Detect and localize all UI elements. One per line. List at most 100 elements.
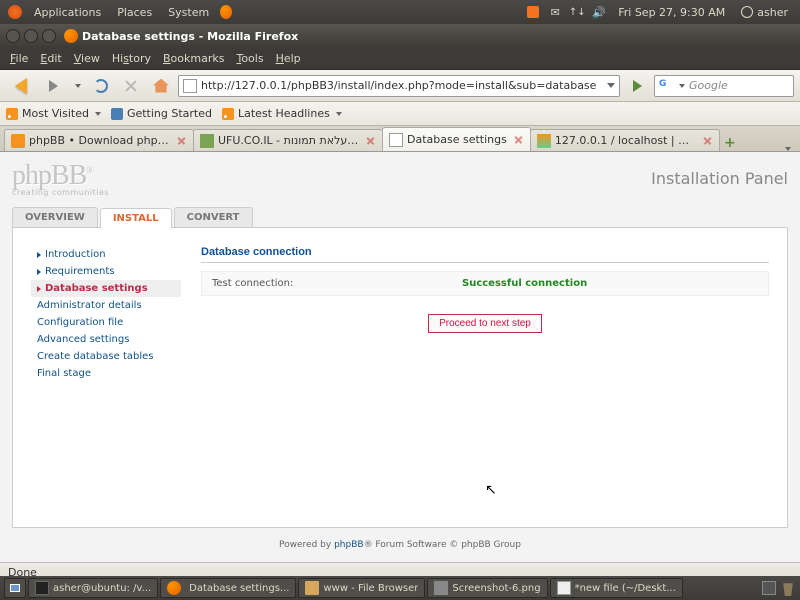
search-bar[interactable]: G Google [654,75,794,97]
menu-edit[interactable]: Edit [34,52,67,65]
tab-phpmyadmin[interactable]: 127.0.0.1 / localhost | php... [530,129,720,151]
go-button[interactable] [624,74,650,98]
phpbb-footer: Powered by phpBB® Forum Software © phpBB… [12,540,788,550]
menu-applications[interactable]: Applications [26,6,109,19]
tab-list-button[interactable] [778,147,796,151]
window-minimize-button[interactable] [24,29,38,43]
test-connection-result: Successful connection [462,278,587,289]
nav-create-tables[interactable]: Create database tables [31,348,181,365]
stop-button[interactable] [118,74,144,98]
rss-icon [6,108,18,120]
install-main: Database connection Test connection: Suc… [201,246,769,509]
install-tabs: OVERVIEW INSTALL CONVERT [12,207,788,228]
tab-phpbb-download[interactable]: phpBB • Download phpBB3 [4,129,194,151]
firefox-icon [64,29,78,43]
menu-tools[interactable]: Tools [230,52,269,65]
section-title: Database connection [201,246,769,263]
test-connection-row: Test connection: Successful connection [201,271,769,296]
menu-history[interactable]: History [106,52,157,65]
tab-convert[interactable]: CONVERT [174,207,253,227]
gnome-top-panel: Applications Places System ✉ ↑↓ 🔊 Fri Se… [0,0,800,24]
ubuntu-logo-icon[interactable] [7,4,23,20]
show-desktop-button[interactable] [4,578,26,598]
install-nav: Introduction Requirements Database setti… [31,246,181,509]
close-icon[interactable] [176,135,187,146]
proceed-button[interactable]: Proceed to next step [428,314,542,333]
nav-requirements[interactable]: Requirements [31,263,181,280]
new-tab-button[interactable]: + [719,135,741,151]
phpbb-logo: phpBB® creating communities [12,160,109,197]
folder-icon [305,581,319,595]
menu-system[interactable]: System [160,6,217,19]
close-icon[interactable] [513,134,524,145]
taskbar-filebrowser[interactable]: www - File Browser [298,578,425,598]
volume-icon[interactable]: 🔊 [591,4,607,20]
reload-button[interactable] [88,74,114,98]
terminal-icon [35,581,49,595]
window-close-button[interactable] [6,29,20,43]
phpbb-favicon-icon [11,134,25,148]
update-icon[interactable] [525,4,541,20]
url-text[interactable]: http://127.0.0.1/phpBB3/install/index.ph… [201,79,603,92]
rss-icon [222,108,234,120]
test-connection-label: Test connection: [212,278,462,289]
window-maximize-button[interactable] [42,29,56,43]
tab-install[interactable]: INSTALL [100,208,172,228]
phpmyadmin-favicon-icon [537,134,551,148]
mail-icon[interactable]: ✉ [547,4,563,20]
nav-config-file[interactable]: Configuration file [31,314,181,331]
menu-view[interactable]: View [68,52,106,65]
close-icon[interactable] [365,135,376,146]
site-favicon [183,79,197,93]
tab-bar: phpBB • Download phpBB3 UFU.CO.IL - העלא… [0,126,800,152]
workspace-switcher[interactable] [762,581,776,595]
plus-icon: + [724,135,736,151]
search-placeholder: Google [689,79,789,92]
menu-file[interactable]: File [4,52,34,65]
back-history-dropdown[interactable] [70,74,84,98]
taskbar-terminal[interactable]: asher@ubuntu: /v... [28,578,158,598]
window-title: Database settings - Mozilla Firefox [82,30,298,43]
nav-admin-details[interactable]: Administrator details [31,297,181,314]
bookmark-latest-headlines[interactable]: Latest Headlines [222,107,342,120]
firefox-menubar: File Edit View History Bookmarks Tools H… [0,48,800,70]
google-icon: G [659,79,673,93]
back-button[interactable] [6,72,36,100]
taskbar-screenshot[interactable]: Screenshot-6.png [427,578,547,598]
trash-icon[interactable] [780,580,796,596]
url-bar[interactable]: http://127.0.0.1/phpBB3/install/index.ph… [178,75,620,97]
taskbar-gedit[interactable]: *new file (~/Deskt... [550,578,683,598]
taskbar-firefox[interactable]: Database settings... [160,578,296,598]
bookmarks-toolbar: Most Visited Getting Started Latest Head… [0,102,800,126]
search-engine-dropdown-icon[interactable] [679,84,685,88]
tab-ufu[interactable]: UFU.CO.IL - העלאת תמונות ... [193,129,383,151]
phpbb-link[interactable]: phpBB [334,540,363,550]
nav-database-settings[interactable]: Database settings [31,280,181,297]
bookmark-most-visited[interactable]: Most Visited [6,107,101,120]
bookmark-getting-started[interactable]: Getting Started [111,107,212,120]
forward-button[interactable] [40,74,66,98]
nav-final[interactable]: Final stage [31,365,181,382]
url-dropdown-icon[interactable] [607,83,615,88]
page-content: phpBB® creating communities Installation… [0,152,800,562]
page-favicon-icon [389,133,403,147]
home-button[interactable] [148,74,174,98]
menu-places[interactable]: Places [109,6,160,19]
clock[interactable]: Fri Sep 27, 9:30 AM [610,6,733,19]
nav-introduction[interactable]: Introduction [31,246,181,263]
gnome-taskbar: asher@ubuntu: /v... Database settings...… [0,576,800,600]
user-menu[interactable]: asher [733,6,796,19]
ufu-favicon-icon [200,134,214,148]
menu-help[interactable]: Help [270,52,307,65]
firefox-launcher-icon[interactable] [220,4,236,20]
bookmark-icon [111,108,123,120]
window-titlebar[interactable]: Database settings - Mozilla Firefox [0,24,800,48]
nav-advanced[interactable]: Advanced settings [31,331,181,348]
nav-toolbar: http://127.0.0.1/phpBB3/install/index.ph… [0,70,800,102]
network-icon[interactable]: ↑↓ [569,4,585,20]
tab-overview[interactable]: OVERVIEW [12,207,98,227]
close-icon[interactable] [702,135,713,146]
menu-bookmarks[interactable]: Bookmarks [157,52,230,65]
tab-database-settings[interactable]: Database settings [382,127,531,151]
firefox-icon [167,581,181,595]
